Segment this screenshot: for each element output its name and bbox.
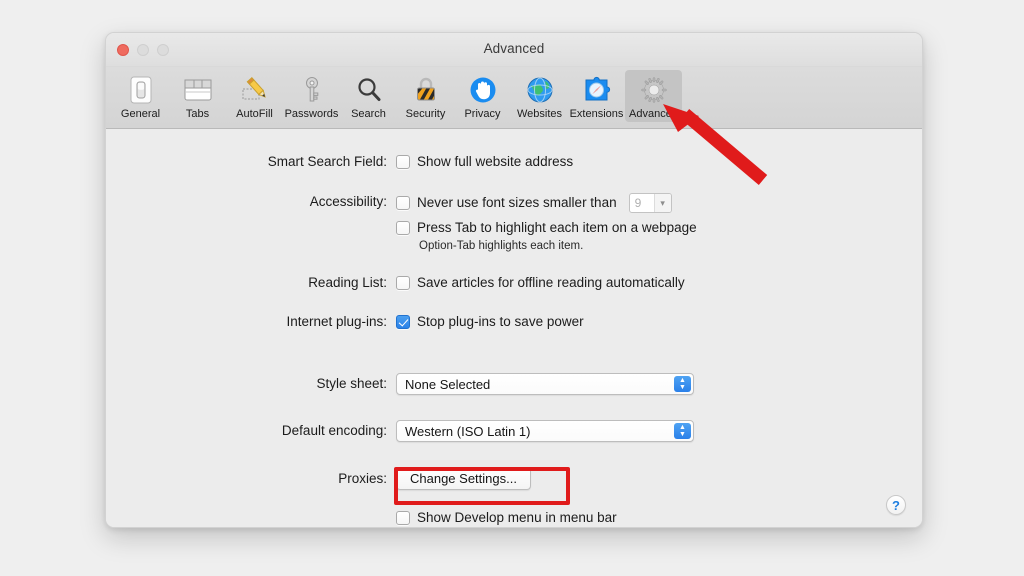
preferences-toolbar: General Tabs AutoFill Passwords Search S…: [106, 67, 922, 129]
tab-extensions[interactable]: Extensions: [568, 70, 625, 122]
row-style-sheet: Style sheet: None Selected ▲ ▼: [106, 373, 922, 395]
internet-plugins-label: Internet plug-ins:: [286, 314, 387, 329]
tab-label: AutoFill: [236, 108, 273, 120]
tab-autofill[interactable]: AutoFill: [226, 70, 283, 122]
tab-general[interactable]: General: [112, 70, 169, 122]
save-articles-offline-label: Save articles for offline reading automa…: [417, 275, 685, 290]
tab-label: General: [120, 108, 161, 120]
tab-label: Security: [405, 108, 446, 120]
advanced-settings-pane: Smart Search Field: Show full website ad…: [106, 129, 922, 527]
privacy-hand-icon: [466, 73, 500, 106]
tab-privacy[interactable]: Privacy: [454, 70, 511, 122]
minimum-font-size-combo[interactable]: 9 ▾: [628, 193, 672, 213]
tab-search[interactable]: Search: [340, 70, 397, 122]
style-sheet-value: None Selected: [405, 376, 491, 392]
tab-tabs[interactable]: Tabs: [169, 70, 226, 122]
never-use-font-sizes-checkbox[interactable]: [396, 196, 410, 210]
row-smart-search-field: Smart Search Field: Show full website ad…: [106, 153, 922, 171]
passwords-key-icon: [295, 73, 329, 106]
general-switch-icon: [124, 73, 158, 106]
row-internet-plugins: Internet plug-ins: Stop plug-ins to save…: [106, 313, 922, 331]
preferences-window: Advanced General Tabs AutoFill Passwords…: [105, 32, 923, 528]
tab-websites[interactable]: Websites: [511, 70, 568, 122]
tab-label: Tabs: [185, 108, 210, 120]
security-padlock-icon: [409, 73, 443, 106]
row-default-encoding: Default encoding: Western (ISO Latin 1) …: [106, 420, 922, 442]
default-encoding-value: Western (ISO Latin 1): [405, 423, 531, 439]
popup-arrows-icon: ▲ ▼: [674, 423, 691, 439]
tab-label: Privacy: [464, 108, 501, 120]
websites-globe-icon: [523, 73, 557, 106]
tab-label: Websites: [516, 108, 563, 120]
tab-label: Extensions: [569, 108, 624, 120]
window-titlebar: Advanced: [106, 33, 922, 67]
smart-search-label: Smart Search Field:: [267, 154, 387, 169]
press-tab-highlight-checkbox[interactable]: [396, 221, 410, 235]
row-accessibility: Accessibility: Never use font sizes smal…: [106, 193, 922, 237]
stop-plugins-save-power-checkbox[interactable]: [396, 315, 410, 329]
option-tab-note: Option-Tab highlights each item.: [419, 240, 584, 252]
style-sheet-label: Style sheet:: [316, 376, 387, 391]
tab-label: Advanced: [629, 108, 678, 120]
tab-passwords[interactable]: Passwords: [283, 70, 340, 122]
row-proxies: Proxies: Change Settings...: [106, 467, 922, 490]
tab-advanced[interactable]: Advanced: [625, 70, 682, 122]
help-button[interactable]: ?: [886, 495, 906, 515]
accessibility-label: Accessibility:: [309, 194, 387, 209]
tab-security[interactable]: Security: [397, 70, 454, 122]
extensions-puzzle-icon: [580, 73, 614, 106]
stop-plugins-save-power-label: Stop plug-ins to save power: [417, 314, 584, 329]
style-sheet-popup[interactable]: None Selected ▲ ▼: [396, 373, 694, 395]
advanced-gear-icon: [637, 73, 671, 106]
default-encoding-popup[interactable]: Western (ISO Latin 1) ▲ ▼: [396, 420, 694, 442]
tab-label: Search: [351, 108, 386, 120]
row-develop-menu: Show Develop menu in menu bar: [106, 509, 922, 527]
tab-label: Passwords: [284, 108, 339, 120]
show-develop-menu-checkbox[interactable]: [396, 511, 410, 525]
proxies-label: Proxies:: [338, 471, 387, 486]
search-magnifier-icon: [352, 73, 386, 106]
save-articles-offline-checkbox[interactable]: [396, 276, 410, 290]
reading-list-label: Reading List:: [308, 275, 387, 290]
minimum-font-size-value: 9: [634, 196, 642, 210]
show-full-website-address-label: Show full website address: [417, 154, 574, 169]
show-develop-menu-label: Show Develop menu in menu bar: [417, 510, 617, 525]
autofill-pencil-icon: [238, 73, 272, 106]
default-encoding-label: Default encoding:: [281, 423, 387, 438]
chevron-down-icon: ▾: [653, 194, 671, 212]
show-full-website-address-checkbox[interactable]: [396, 155, 410, 169]
press-tab-highlight-label: Press Tab to highlight each item on a we…: [417, 220, 697, 235]
row-reading-list: Reading List: Save articles for offline …: [106, 274, 922, 292]
window-title: Advanced: [483, 41, 545, 56]
popup-arrows-icon: ▲ ▼: [674, 376, 691, 392]
never-use-font-sizes-label: Never use font sizes smaller than: [417, 195, 617, 210]
tabs-window-icon: [181, 73, 215, 106]
change-settings-button[interactable]: Change Settings...: [396, 467, 531, 490]
